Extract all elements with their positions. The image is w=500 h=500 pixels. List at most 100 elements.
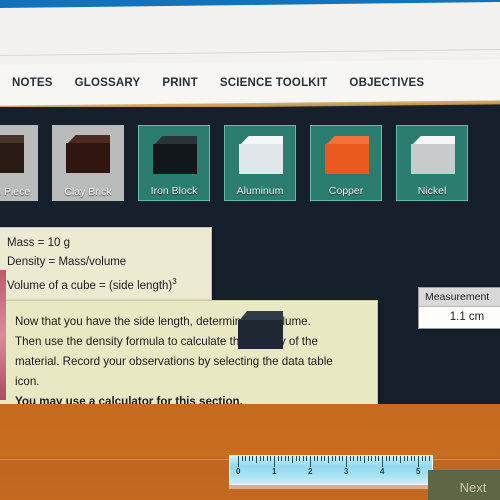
ruler-tick [241, 456, 243, 461]
formula-volume-exponent: 3 [172, 277, 177, 286]
ruler-tick [356, 456, 358, 461]
wood-piece-cube-icon [0, 135, 24, 173]
instruction-line-4: icon. [15, 375, 40, 388]
ruler-tick [256, 456, 257, 463]
ruler-tick [360, 456, 362, 461]
specimen-tile-row: Wood Piece Clay Brick [0, 125, 500, 201]
ruler-tick [335, 456, 337, 461]
ruler-tool[interactable]: 0 1 2 3 4 5 [229, 455, 433, 485]
ruler-tick-label: 3 [344, 467, 349, 476]
formula-panel: Mass = 10 g Density = Mass/volume Volume… [0, 227, 212, 304]
ruler-tick [284, 456, 286, 461]
ruler-tick [425, 456, 427, 461]
formula-volume-text: Volume of a cube = (side length) [7, 279, 173, 292]
ruler-tick [266, 456, 268, 461]
ruler-tick [299, 456, 301, 461]
nav-print[interactable]: PRINT [162, 77, 198, 89]
ruler-tick [428, 456, 430, 461]
ruler-tick [310, 456, 311, 467]
next-button[interactable]: Next [428, 470, 500, 500]
ruler-tick [274, 456, 275, 467]
specimen-tile-copper[interactable]: Copper [310, 125, 382, 201]
clay-brick-cube-icon [66, 135, 110, 173]
ruler-tick [385, 456, 387, 461]
ruler-tick [389, 456, 391, 461]
nav-objectives[interactable]: OBJECTIVES [349, 77, 424, 89]
ruler-edge-highlight [229, 485, 433, 489]
measurement-value: 1.1 cm [449, 311, 485, 323]
ruler-tick [349, 456, 351, 461]
ruler-tick [306, 456, 308, 461]
formula-mass: Mass = 10 g [7, 237, 70, 249]
aluminum-cube-icon [239, 136, 283, 174]
ruler-tick [263, 456, 265, 461]
nav-notes[interactable]: NOTES [12, 77, 53, 89]
ruler-tick [302, 456, 304, 461]
instruction-line-1: Now that you have the side length, deter… [15, 315, 311, 328]
ruler-tick [400, 456, 401, 463]
ruler-tick [295, 456, 297, 461]
measured-cube[interactable] [238, 311, 283, 349]
specimen-label: Wood Piece [0, 186, 31, 198]
measured-cube-front-face [238, 320, 283, 349]
nickel-cube-icon [411, 136, 455, 174]
ruler-tick [281, 456, 283, 461]
ruler-tick [410, 456, 412, 461]
photo-edge-artifact [0, 270, 6, 400]
ruler-tick [421, 456, 423, 461]
ruler-tick [382, 456, 383, 467]
specimen-tile-iron-block[interactable]: Iron Block [138, 125, 210, 201]
ruler-tick [270, 456, 272, 461]
ruler-tick [342, 456, 344, 461]
nav-glossary[interactable]: GLOSSARY [75, 77, 141, 89]
formula-volume: Volume of a cube = (side length)3 [7, 272, 203, 296]
ruler-tick [407, 456, 409, 461]
ruler-tick [403, 456, 405, 461]
ruler-tick [317, 456, 319, 461]
ruler-tick [414, 456, 416, 461]
ruler-tick-label: 2 [308, 467, 313, 476]
ruler-tick [364, 456, 365, 463]
ruler-tick [320, 456, 322, 461]
ruler-tick-label: 5 [416, 467, 421, 476]
ruler-tick [324, 456, 326, 461]
specimen-label: Iron Block [150, 185, 198, 197]
ruler-tick [367, 456, 369, 461]
specimen-tile-aluminum[interactable]: Aluminum [224, 125, 296, 201]
ruler-tick [378, 456, 380, 461]
ruler-tick [338, 456, 340, 461]
ruler-tick [245, 456, 247, 461]
screen-photo: NOTES GLOSSARY PRINT SCIENCE TOOLKIT OBJ… [0, 0, 500, 500]
simulation-body: Wood Piece Clay Brick [0, 107, 500, 500]
ruler-tick [259, 456, 261, 461]
ruler-tick-label: 1 [272, 467, 277, 476]
specimen-label: Clay Brick [64, 186, 112, 198]
ruler-tick [392, 456, 394, 461]
ruler-tick [353, 456, 355, 461]
measurement-header: Measurement [419, 288, 500, 307]
panel-backdrop [380, 332, 500, 407]
specimen-tile-wood-piece[interactable]: Wood Piece [0, 125, 38, 201]
specimen-tile-clay-brick[interactable]: Clay Brick [52, 125, 124, 201]
ruler-tick-label: 4 [380, 467, 385, 476]
specimen-label: Copper [328, 185, 364, 197]
ruler-tick [328, 456, 329, 463]
ruler-tick [374, 456, 376, 461]
nav-science-toolkit[interactable]: SCIENCE TOOLKIT [220, 77, 328, 89]
ruler-tick [252, 456, 254, 461]
formula-density: Density = Mass/volume [7, 256, 127, 268]
ruler-tick [346, 456, 347, 467]
measurement-readout: Measurement 1.1 cm [418, 287, 500, 329]
specimen-label: Aluminum [236, 185, 284, 197]
specimen-tile-nickel[interactable]: Nickel [396, 125, 468, 201]
app-navbar: NOTES GLOSSARY PRINT SCIENCE TOOLKIT OBJ… [10, 62, 500, 104]
ruler-tick-marks [230, 456, 432, 467]
ruler-tick [313, 456, 315, 461]
ruler-tick [288, 456, 290, 461]
ruler-tick [371, 456, 373, 461]
instruction-line-2: Then use the density formula to calculat… [15, 335, 318, 348]
copper-cube-icon [325, 136, 369, 174]
instruction-line-3: material. Record your observations by se… [15, 355, 333, 368]
ruler-tick [331, 456, 333, 461]
ruler-tick [238, 456, 239, 467]
